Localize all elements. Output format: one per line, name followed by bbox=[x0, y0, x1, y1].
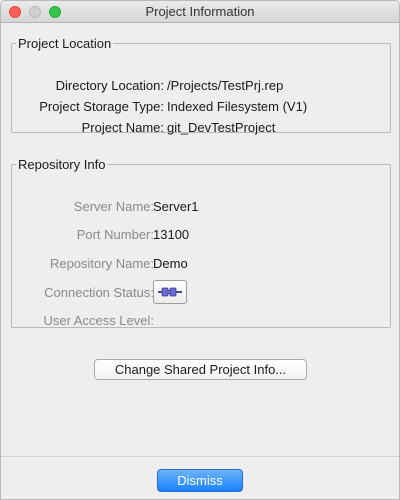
user-access-level-label: User Access Level: bbox=[43, 313, 154, 328]
dismiss-button[interactable]: Dismiss bbox=[157, 469, 243, 492]
project-storage-type-label: Project Storage Type: bbox=[39, 99, 164, 114]
footer-separator bbox=[1, 456, 399, 457]
directory-location-label: Directory Location: bbox=[55, 78, 164, 93]
project-location-legend: Project Location bbox=[18, 36, 112, 51]
project-storage-type-row: Project Storage Type: Indexed Filesystem… bbox=[12, 99, 390, 117]
window-title: Project Information bbox=[145, 4, 255, 19]
project-location-group: Project Location Directory Location: /Pr… bbox=[11, 36, 391, 135]
project-storage-type-value: Indexed Filesystem (V1) bbox=[167, 99, 308, 114]
server-name-value: Server1 bbox=[153, 199, 199, 214]
connection-status-button[interactable] bbox=[153, 280, 187, 304]
server-name-label: Server Name: bbox=[73, 199, 154, 214]
port-number-row: Port Number: 13100 bbox=[12, 227, 390, 245]
repository-info-legend: Repository Info bbox=[18, 157, 106, 172]
port-number-value: 13100 bbox=[153, 227, 190, 242]
project-name-value: git_DevTestProject bbox=[167, 120, 276, 135]
directory-location-row: Directory Location: /Projects/TestPrj.re… bbox=[12, 78, 390, 96]
user-access-level-row: User Access Level: bbox=[12, 313, 390, 331]
connection-status-label: Connection Status: bbox=[44, 285, 154, 300]
repository-name-label: Repository Name: bbox=[49, 256, 154, 271]
title-bar[interactable]: Project Information bbox=[1, 1, 399, 23]
port-number-label: Port Number: bbox=[76, 227, 154, 242]
connection-status-row: Connection Status: bbox=[12, 280, 390, 304]
project-name-label: Project Name: bbox=[81, 120, 164, 135]
server-name-row: Server Name: Server1 bbox=[12, 199, 390, 217]
repository-info-group: Repository Info Server Name: Server1 Por… bbox=[11, 157, 391, 328]
connected-plug-icon bbox=[158, 287, 182, 297]
directory-location-value: /Projects/TestPrj.rep bbox=[167, 78, 284, 93]
project-name-row: Project Name: git_DevTestProject bbox=[12, 120, 390, 138]
repository-name-value: Demo bbox=[153, 256, 188, 271]
project-information-dialog: Project Information Project Location Dir… bbox=[0, 0, 400, 500]
change-shared-project-info-button[interactable]: Change Shared Project Info... bbox=[94, 359, 307, 380]
repository-name-row: Repository Name: Demo bbox=[12, 256, 390, 274]
